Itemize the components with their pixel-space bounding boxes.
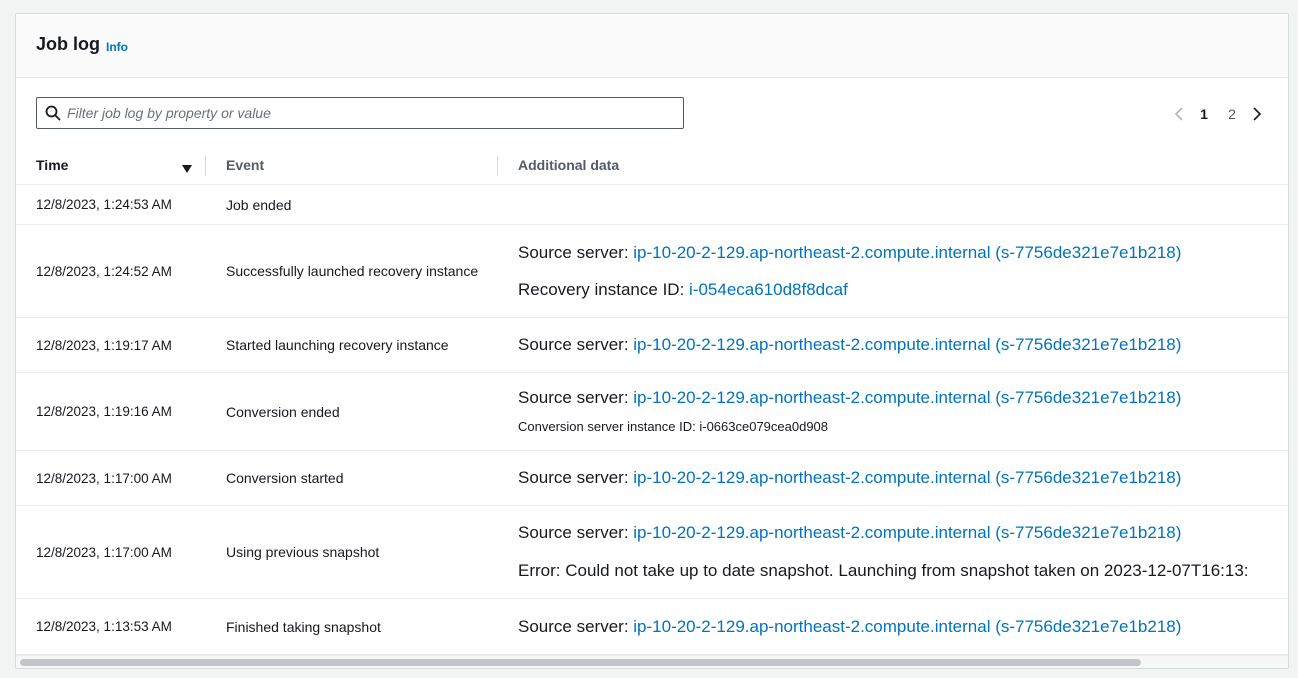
row-event: Using previous snapshot [206, 505, 498, 599]
chevron-left-icon[interactable] [1168, 104, 1190, 124]
column-label-additional-data: Additional data [518, 157, 620, 173]
row-time: 12/8/2023, 1:24:53 AM [16, 184, 206, 225]
sort-descending-icon[interactable] [182, 160, 192, 176]
data-key: Source server: [518, 616, 634, 636]
info-link[interactable]: Info [106, 40, 128, 54]
table-row: 12/8/2023, 1:19:16 AM Conversion ended S… [16, 372, 1288, 451]
chevron-right-icon[interactable] [1246, 104, 1268, 124]
source-server-link[interactable]: ip-10-20-2-129.ap-northeast-2.compute.in… [633, 523, 1181, 542]
page-1-button[interactable]: 1 [1190, 106, 1218, 122]
source-server-link[interactable]: ip-10-20-2-129.ap-northeast-2.compute.in… [633, 468, 1181, 487]
row-event: Conversion ended [206, 372, 498, 451]
row-additional-data: Source server: ip-10-20-2-129.ap-northea… [498, 598, 1288, 655]
column-label-event: Event [226, 157, 265, 173]
data-key: Source server: [518, 468, 634, 487]
row-time: 12/8/2023, 1:17:00 AM [16, 505, 206, 599]
row-event: Conversion started [206, 450, 498, 506]
job-log-panel: Job log Info 1 2 Time [15, 13, 1289, 669]
data-line: Source server: ip-10-20-2-129.ap-northea… [518, 335, 1288, 355]
table-row: 12/8/2023, 1:24:53 AM Job ended [16, 184, 1288, 225]
row-event: Successfully launched recovery instance [206, 224, 498, 318]
row-additional-data: Source server: ip-10-20-2-129.ap-northea… [498, 450, 1288, 506]
table-header-row: Time Event Additional data [16, 146, 1288, 185]
column-header-event[interactable]: Event [206, 146, 498, 185]
data-line: Source server: ip-10-20-2-129.ap-northea… [518, 242, 1288, 263]
row-event: Started launching recovery instance [206, 317, 498, 373]
table-row: 12/8/2023, 1:19:17 AM Started launching … [16, 317, 1288, 373]
filter-box[interactable] [36, 97, 684, 129]
source-server-link[interactable]: ip-10-20-2-129.ap-northeast-2.compute.in… [633, 388, 1181, 407]
search-icon [45, 105, 61, 126]
row-additional-data: Source server: ip-10-20-2-129.ap-northea… [498, 317, 1288, 373]
row-time: 12/8/2023, 1:19:16 AM [16, 372, 206, 451]
table-row: 12/8/2023, 1:17:00 AM Using previous sna… [16, 505, 1288, 599]
row-additional-data: Source server: ip-10-20-2-129.ap-northea… [498, 372, 1288, 451]
source-server-link[interactable]: ip-10-20-2-129.ap-northeast-2.compute.in… [633, 617, 1181, 636]
row-event: Finished taking snapshot [206, 598, 498, 655]
row-time: 12/8/2023, 1:24:52 AM [16, 224, 206, 318]
conversion-server-id: Conversion server instance ID: i-0663ce0… [518, 418, 829, 434]
table-row: 12/8/2023, 1:24:52 AM Successfully launc… [16, 224, 1288, 318]
data-line: Source server: ip-10-20-2-129.ap-northea… [518, 616, 1288, 637]
data-line: Source server: ip-10-20-2-129.ap-northea… [518, 387, 1288, 408]
pagination: 1 2 [1168, 104, 1268, 124]
panel-header: Job log Info [16, 14, 1288, 78]
row-additional-data [498, 184, 1288, 225]
page-2-button[interactable]: 2 [1218, 106, 1246, 122]
table-row: 12/8/2023, 1:17:00 AM Conversion started… [16, 450, 1288, 506]
source-server-link[interactable]: ip-10-20-2-129.ap-northeast-2.compute.in… [633, 243, 1181, 262]
data-line: Source server: ip-10-20-2-129.ap-northea… [518, 468, 1288, 488]
data-key: Source server: [518, 242, 634, 262]
recovery-instance-link[interactable]: i-054eca610d8f8dcaf [689, 280, 848, 299]
horizontal-scrollbar[interactable] [16, 655, 1288, 668]
error-message: Error: Could not take up to date snapsho… [518, 561, 1249, 580]
job-log-table: Time Event Additional data 12/8/2023, 1:… [16, 146, 1288, 655]
row-time: 12/8/2023, 1:19:17 AM [16, 317, 206, 373]
data-key: Source server: [518, 387, 634, 407]
search-input[interactable] [67, 98, 667, 128]
scrollbar-thumb[interactable] [20, 659, 1141, 666]
column-label-time: Time [36, 157, 69, 173]
column-header-time[interactable]: Time [16, 146, 206, 185]
table-row: 12/8/2023, 1:13:53 AM Finished taking sn… [16, 598, 1288, 655]
data-key: Source server: [518, 523, 634, 542]
row-event: Job ended [206, 184, 498, 225]
row-time: 12/8/2023, 1:17:00 AM [16, 450, 206, 506]
data-key: Source server: [518, 335, 634, 354]
source-server-link[interactable]: ip-10-20-2-129.ap-northeast-2.compute.in… [633, 335, 1181, 354]
row-additional-data: Source server: ip-10-20-2-129.ap-northea… [498, 505, 1288, 599]
panel-title: Job log [36, 34, 100, 54]
data-line: Recovery instance ID: i-054eca610d8f8dca… [518, 279, 1288, 300]
column-header-additional-data[interactable]: Additional data [498, 146, 1288, 185]
data-key: Recovery instance ID: [518, 279, 690, 299]
row-additional-data: Source server: ip-10-20-2-129.ap-northea… [498, 224, 1288, 318]
data-line: Source server: ip-10-20-2-129.ap-northea… [518, 523, 1288, 543]
row-time: 12/8/2023, 1:13:53 AM [16, 598, 206, 655]
